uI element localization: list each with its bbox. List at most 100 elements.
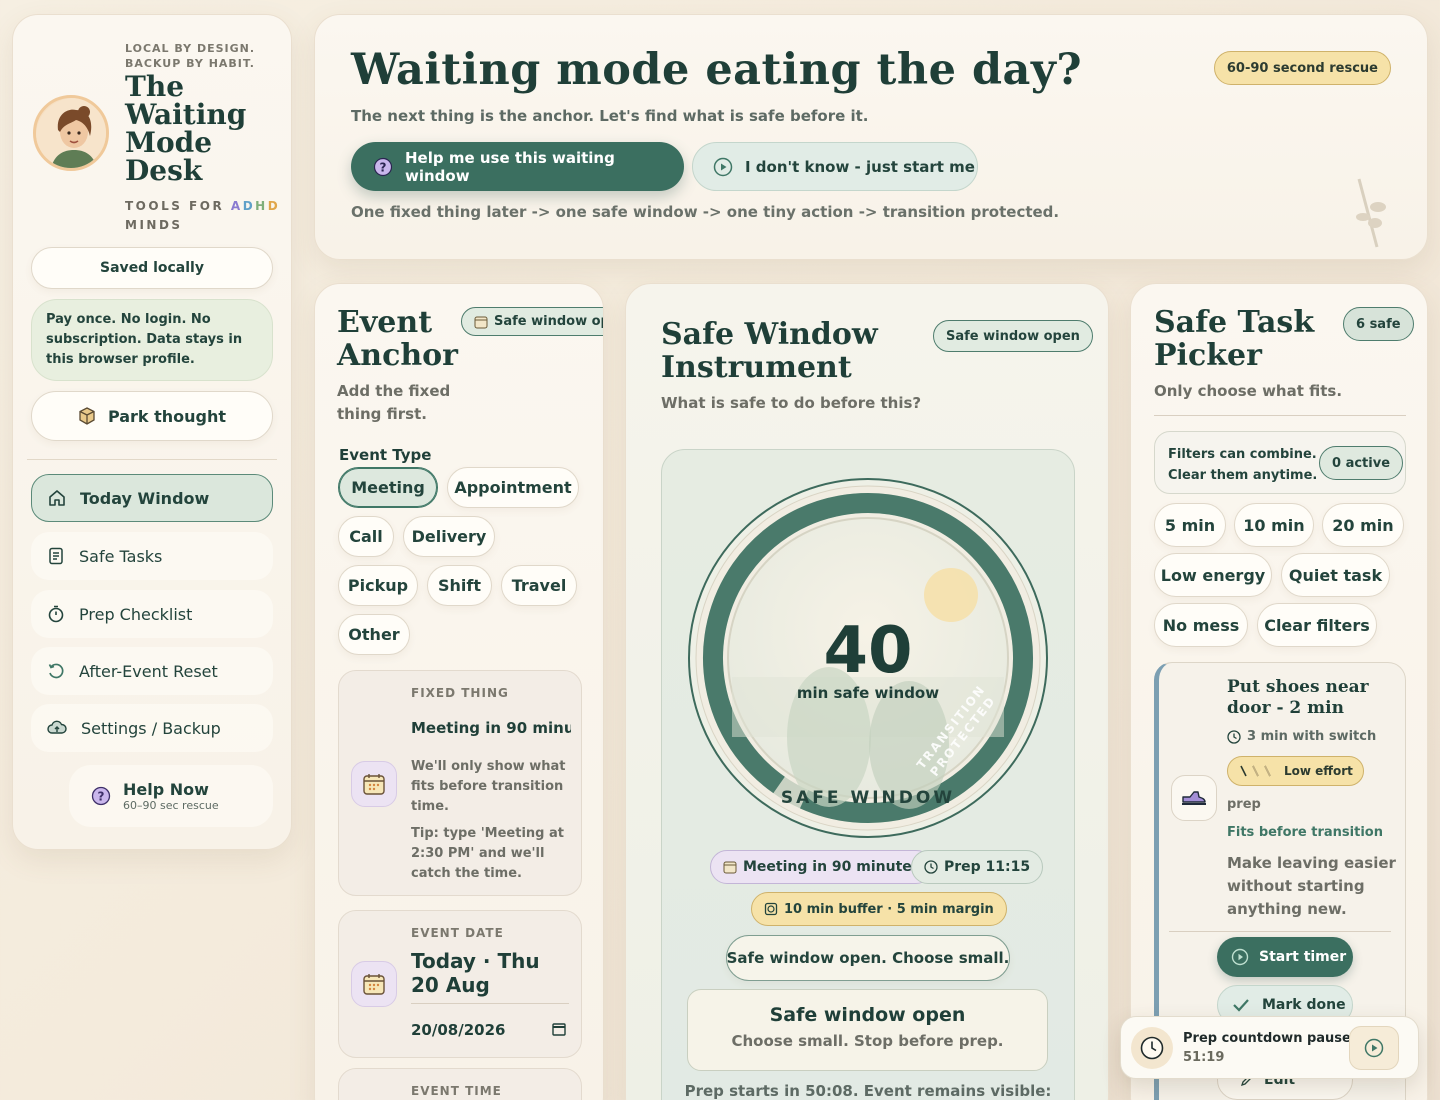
checklist-icon (47, 547, 65, 565)
event-date-box: EVENT DATE Today · Thu 20 Aug 20/08/2026 (338, 910, 582, 1058)
effort-label: Low effort (1284, 764, 1353, 778)
event-anchor-card: Event Anchor Safe window open Add the fi… (314, 283, 604, 1100)
buffer-meta-chip: 10 min buffer · 5 min margin (751, 892, 1007, 926)
filter-low-energy[interactable]: Low energy (1154, 553, 1272, 597)
sidebar-item-prep-checklist[interactable]: Prep Checklist (31, 590, 273, 638)
park-thought-button[interactable]: Park thought (31, 391, 273, 441)
status-box-title: Safe window open (769, 1004, 966, 1026)
calendar-icon (351, 761, 397, 807)
sidebar-item-safe-tasks[interactable]: Safe Tasks (31, 532, 273, 580)
just-start-me-label: I don't know - just start me (745, 157, 975, 176)
help-now-button[interactable]: ? Help Now 60–90 sec rescue (69, 765, 273, 827)
filter-10-min[interactable]: 10 min (1234, 503, 1314, 547)
instrument-subtitle: What is safe to do before this? (661, 394, 922, 412)
buffer-meta-label: 10 min buffer · 5 min margin (784, 901, 994, 917)
calendar-icon (723, 860, 737, 874)
event-type-label: Event Type (339, 446, 432, 464)
hero-card: Waiting mode eating the day? The next th… (314, 14, 1428, 260)
fixed-thing-box: FIXED THING We'll only show what fits be… (338, 670, 582, 896)
task-picker-title: Safe Task Picker (1154, 305, 1315, 373)
play-icon (1231, 948, 1249, 966)
play-icon (1364, 1038, 1384, 1058)
dial-arc-label: SAFE WINDOW (781, 788, 955, 808)
clear-filters-button[interactable]: Clear filters (1257, 603, 1377, 647)
event-anchor-title: Event Anchor (337, 305, 458, 373)
sidebar-item-label: Prep Checklist (79, 604, 193, 624)
event-type-shift[interactable]: Shift (427, 565, 492, 606)
event-type-travel[interactable]: Travel (501, 565, 577, 606)
instrument-title: Safe Window Instrument (661, 317, 878, 385)
calendar-picker-icon[interactable] (552, 1022, 566, 1036)
start-timer-label: Start timer (1259, 949, 1347, 965)
sidebar: LOCAL BY DESIGN. BACKUP BY HABIT. The Wa… (12, 14, 292, 850)
effort-badge: Low effort (1227, 756, 1364, 786)
prep-countdown-toast: Prep countdown paused 51:19 (1120, 1016, 1419, 1079)
event-time-box: EVENT TIME (338, 1068, 582, 1100)
fixed-thing-note: We'll only show what fits before transit… (411, 759, 566, 814)
task-category: prep (1227, 797, 1261, 812)
safe-count-badge: 6 safe (1343, 307, 1414, 341)
fixed-thing-label: FIXED THING (411, 686, 509, 700)
filter-quiet-task[interactable]: Quiet task (1281, 553, 1390, 597)
calendar-icon (351, 961, 397, 1007)
event-type-pickup[interactable]: Pickup (338, 565, 418, 606)
task-title: Put shoes near door - 2 min (1227, 677, 1369, 718)
filters-note: Filters can combine. Clear them anytime. (1168, 447, 1318, 483)
sidebar-item-label: Settings / Backup (81, 718, 221, 738)
task-description: Make leaving easier without starting any… (1227, 854, 1396, 918)
brand-title: The Waiting Mode Desk (125, 70, 247, 187)
event-type-delivery[interactable]: Delivery (403, 516, 495, 557)
mark-done-label: Mark done (1262, 997, 1346, 1013)
stopwatch-icon (47, 605, 65, 623)
help-window-label: Help me use this waiting window (405, 148, 615, 185)
hero-subtitle: The next thing is the anchor. Let's find… (351, 107, 869, 125)
sidebar-item-label: After-Event Reset (79, 661, 218, 681)
event-type-appointment[interactable]: Appointment (447, 467, 579, 508)
resume-countdown-button[interactable] (1349, 1026, 1399, 1070)
svg-text:?: ? (98, 790, 105, 804)
event-type-other[interactable]: Other (338, 614, 410, 655)
status-box: Safe window open Choose small. Stop befo… (687, 989, 1048, 1071)
cloud-icon (47, 719, 67, 737)
task-fit-status: Fits before transition (1227, 825, 1383, 840)
sidebar-item-today-window[interactable]: Today Window (31, 474, 273, 522)
effort-icon (1238, 765, 1278, 777)
instrument-card: Safe Window Instrument Safe window open … (625, 283, 1109, 1100)
filter-5-min[interactable]: 5 min (1154, 503, 1226, 547)
help-now-sub: 60–90 sec rescue (123, 799, 219, 812)
brand-subline: TOOLS FOR ADHD MINDS (125, 199, 281, 232)
question-icon: ? (91, 786, 111, 806)
event-meta-label: Meeting in 90 minutes (743, 859, 921, 875)
task-picker-card: Safe Task Picker 6 safe Only choose what… (1130, 283, 1428, 1100)
toast-time: 51:19 (1183, 1050, 1225, 1065)
prep-meta-label: Prep 11:15 (944, 859, 1031, 875)
dial-minutes: 40 (823, 614, 912, 688)
help-now-title: Help Now (123, 780, 209, 799)
shoe-icon (1171, 775, 1217, 821)
safe-window-dial: 40 min safe window SAFE WINDOW TRANSITIO… (688, 478, 1048, 838)
event-anchor-subtitle: Add the fixed thing first. (337, 382, 451, 423)
calendar-icon (474, 315, 488, 329)
event-type-meeting[interactable]: Meeting (338, 467, 438, 508)
help-window-button[interactable]: ? Help me use this waiting window (351, 142, 684, 191)
start-timer-button[interactable]: Start timer (1217, 937, 1353, 977)
filter-20-min[interactable]: 20 min (1322, 503, 1404, 547)
clock-icon (1131, 1027, 1173, 1069)
task-divider (1169, 931, 1391, 932)
home-icon (48, 489, 66, 507)
event-date-label: EVENT DATE (411, 926, 504, 940)
hero-flow: One fixed thing later -> one safe window… (351, 203, 1060, 221)
check-icon (1232, 998, 1250, 1012)
date-divider (411, 1003, 569, 1004)
sidebar-item-settings-backup[interactable]: Settings / Backup (31, 704, 273, 752)
event-meta-chip: Meeting in 90 minutes (710, 850, 934, 884)
fixed-thing-input[interactable] (411, 719, 571, 737)
status-pill: Safe window open. Choose small. (726, 935, 1010, 981)
event-date-input[interactable]: 20/08/2026 (411, 1021, 505, 1039)
just-start-me-button[interactable]: I don't know - just start me (692, 142, 978, 191)
event-date-value: Today · Thu 20 Aug (411, 949, 540, 997)
event-type-call[interactable]: Call (338, 516, 394, 557)
dial-unit: min safe window (797, 684, 939, 702)
filter-no-mess[interactable]: No mess (1154, 603, 1248, 647)
sidebar-item-after-event-reset[interactable]: After-Event Reset (31, 647, 273, 695)
